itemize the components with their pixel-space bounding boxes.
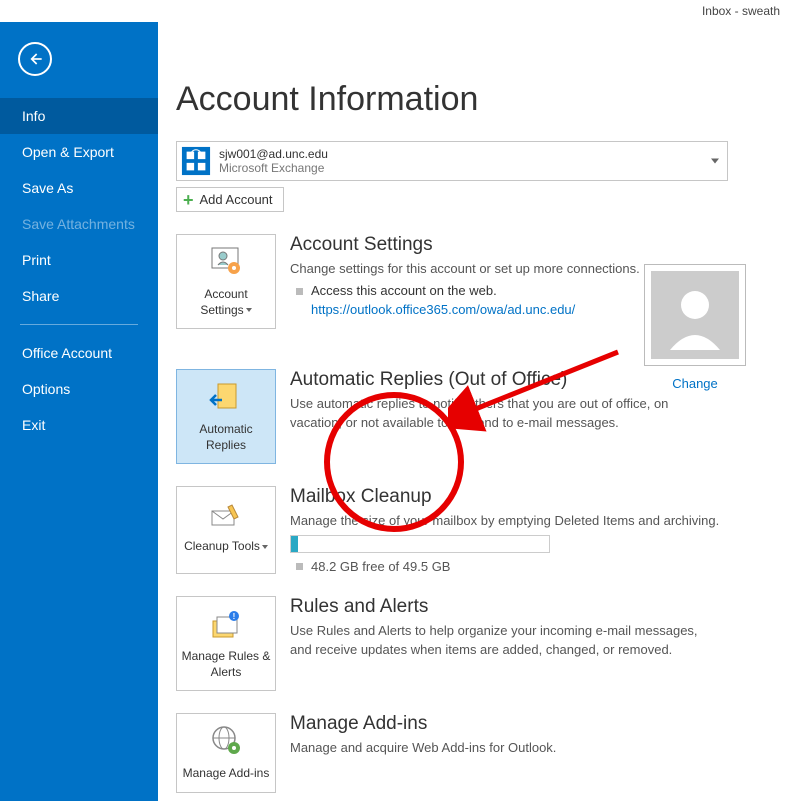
page-title: Account Information bbox=[176, 80, 790, 119]
section-desc-auto-replies: Use automatic replies to notify others t… bbox=[290, 395, 720, 433]
change-photo-link[interactable]: Change bbox=[672, 376, 718, 391]
title-bar: Inbox - sweath bbox=[0, 0, 790, 22]
automatic-replies-icon bbox=[208, 380, 244, 416]
account-provider: Microsoft Exchange bbox=[219, 161, 328, 175]
back-button[interactable] bbox=[18, 42, 52, 76]
section-desc-rules: Use Rules and Alerts to help organize yo… bbox=[290, 622, 720, 660]
account-dropdown[interactable]: sjw001@ad.unc.edu Microsoft Exchange bbox=[176, 141, 728, 181]
chevron-down-icon bbox=[262, 545, 268, 549]
section-title-addins: Manage Add-ins bbox=[290, 713, 720, 735]
exchange-icon bbox=[181, 146, 211, 176]
sidebar-item-save-attachments: Save Attachments bbox=[0, 206, 158, 242]
storage-bar bbox=[290, 535, 550, 553]
back-arrow-icon bbox=[25, 49, 45, 69]
storage-text: 48.2 GB free of 49.5 GB bbox=[311, 559, 450, 574]
manage-addins-tile[interactable]: Manage Add-ins bbox=[176, 713, 276, 793]
sidebar-item-share[interactable]: Share bbox=[0, 278, 158, 314]
account-email: sjw001@ad.unc.edu bbox=[219, 147, 328, 161]
window-title: Inbox - sweath bbox=[702, 4, 780, 18]
bullet-icon bbox=[296, 563, 303, 570]
sidebar-item-exit[interactable]: Exit bbox=[0, 407, 158, 443]
sidebar-item-print[interactable]: Print bbox=[0, 242, 158, 278]
section-title-account-settings: Account Settings bbox=[290, 234, 720, 256]
add-account-label: Add Account bbox=[200, 192, 273, 207]
backstage-sidebar: Info Open & Export Save As Save Attachme… bbox=[0, 22, 158, 801]
chevron-down-icon bbox=[246, 308, 252, 312]
profile-photo-box: Change bbox=[644, 264, 746, 391]
addins-icon bbox=[208, 724, 244, 760]
sidebar-item-open-export[interactable]: Open & Export bbox=[0, 134, 158, 170]
section-title-cleanup: Mailbox Cleanup bbox=[290, 486, 720, 508]
owa-link[interactable]: https://outlook.office365.com/owa/ad.unc… bbox=[311, 302, 575, 317]
person-placeholder-icon bbox=[660, 280, 730, 350]
section-desc-cleanup: Manage the size of your mailbox by empty… bbox=[290, 512, 720, 531]
chevron-down-icon bbox=[711, 159, 719, 164]
bullet-icon bbox=[296, 288, 303, 295]
svg-text:!: ! bbox=[233, 612, 236, 621]
manage-rules-tile[interactable]: ! Manage Rules & Alerts bbox=[176, 596, 276, 691]
account-settings-tile[interactable]: Account Settings bbox=[176, 234, 276, 329]
plus-icon: + bbox=[183, 193, 194, 207]
sidebar-item-office-account[interactable]: Office Account bbox=[0, 335, 158, 371]
sidebar-separator bbox=[20, 324, 138, 325]
automatic-replies-tile[interactable]: Automatic Replies bbox=[176, 369, 276, 464]
sidebar-item-options[interactable]: Options bbox=[0, 371, 158, 407]
account-settings-icon bbox=[208, 245, 244, 281]
avatar-frame[interactable] bbox=[644, 264, 746, 366]
section-desc-addins: Manage and acquire Web Add-ins for Outlo… bbox=[290, 739, 720, 758]
cleanup-tools-tile[interactable]: Cleanup Tools bbox=[176, 486, 276, 574]
section-title-rules: Rules and Alerts bbox=[290, 596, 720, 618]
add-account-button[interactable]: + Add Account bbox=[176, 187, 284, 212]
sidebar-item-save-as[interactable]: Save As bbox=[0, 170, 158, 206]
cleanup-tools-icon bbox=[208, 497, 244, 533]
main-panel: Account Information sjw001@ad.unc.edu Mi… bbox=[158, 22, 790, 801]
sidebar-item-info[interactable]: Info bbox=[0, 98, 158, 134]
rules-alerts-icon: ! bbox=[208, 607, 244, 643]
